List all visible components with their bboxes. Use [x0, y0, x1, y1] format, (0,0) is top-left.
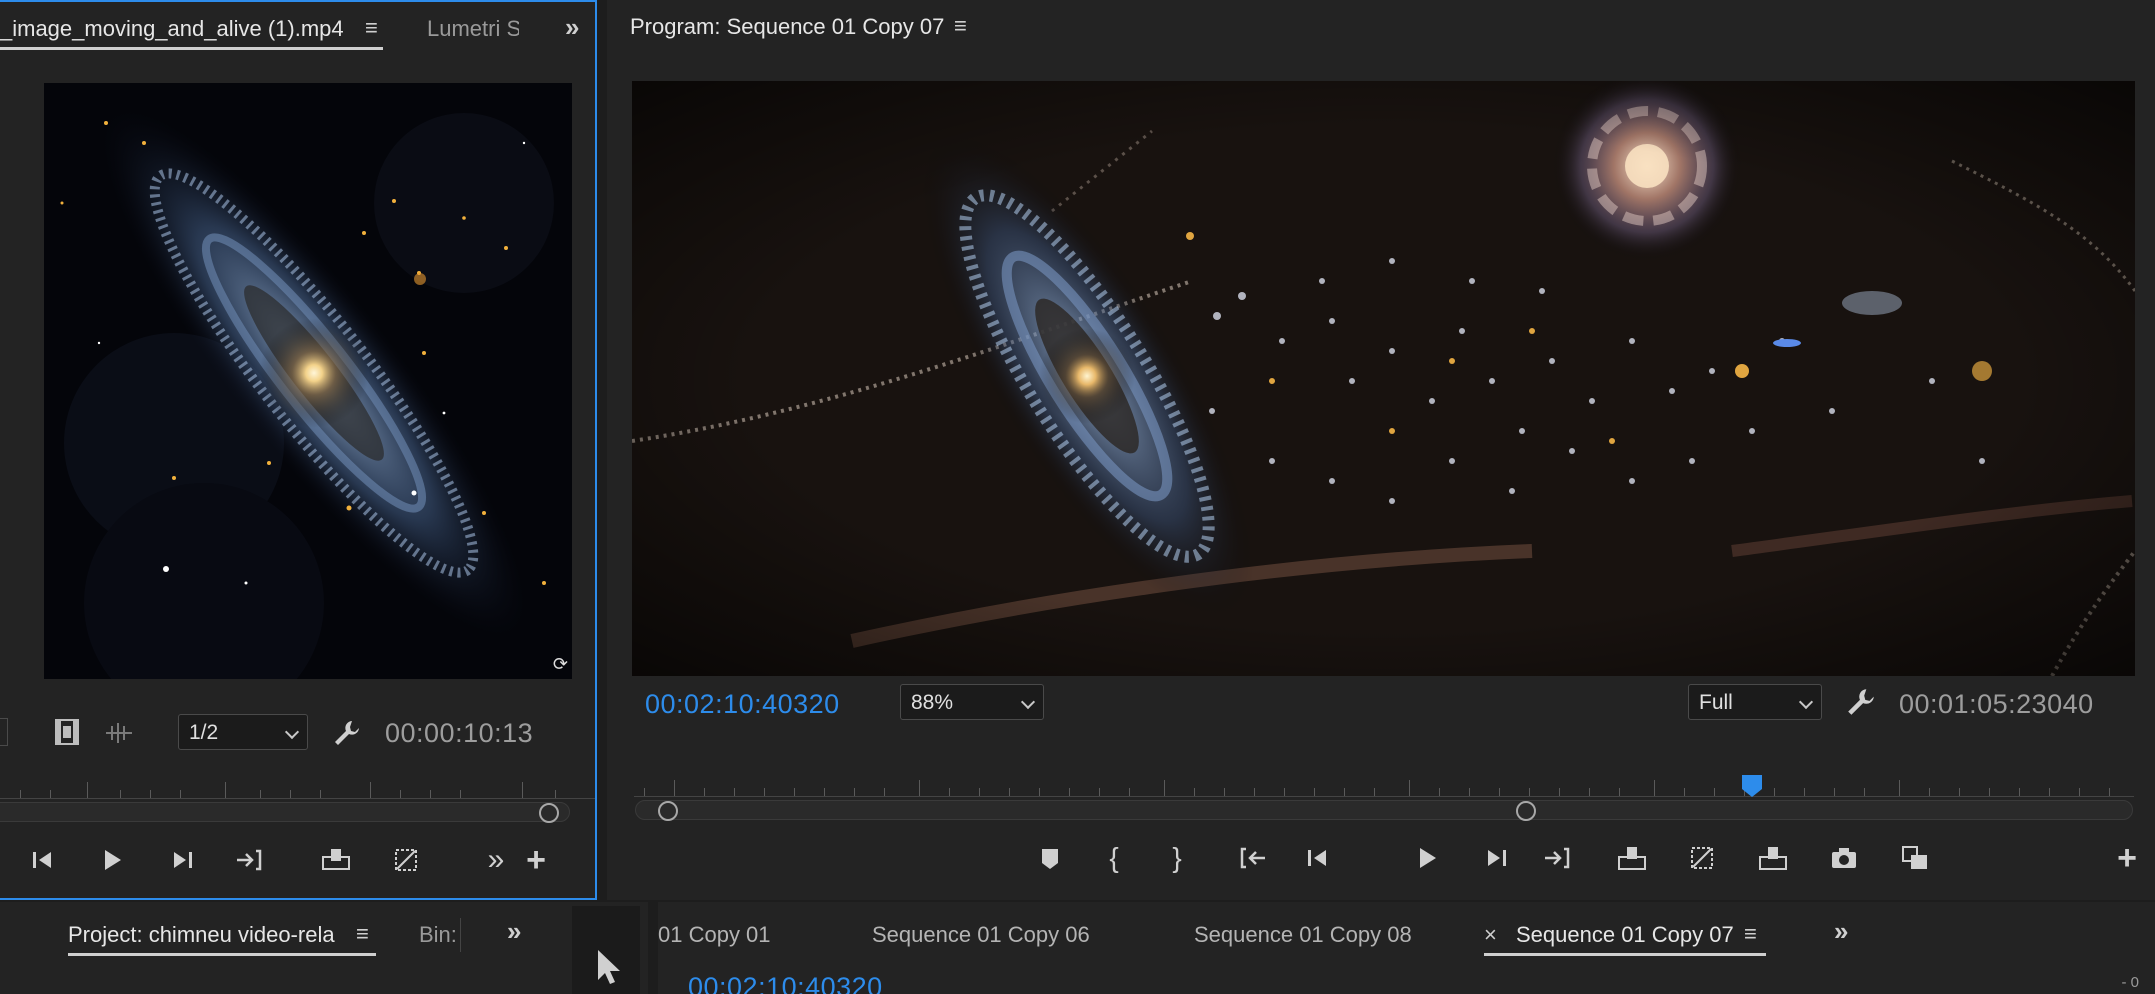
bin-tab[interactable]: Bin:	[419, 922, 457, 948]
play-icon[interactable]	[1407, 838, 1447, 878]
extract-icon[interactable]	[1682, 838, 1722, 878]
source-timecode[interactable]: 00:00:10:13	[385, 718, 533, 749]
mark-out-icon[interactable]: }	[1157, 838, 1197, 878]
lumetri-scopes-tab[interactable]: Lumetri S	[427, 16, 519, 42]
comparison-view-icon[interactable]	[1895, 838, 1935, 878]
scrollbar-end-handle[interactable]	[539, 803, 559, 823]
lift-icon[interactable]	[1612, 838, 1652, 878]
active-tab-underline	[0, 47, 383, 50]
source-clip-tab[interactable]: _image_moving_and_alive (1).mp4	[0, 16, 344, 42]
dropdown-edge[interactable]	[0, 718, 8, 746]
tools-panel	[548, 902, 648, 994]
camera-export-frame-icon[interactable]	[1824, 838, 1864, 878]
chevron-down-icon	[284, 724, 300, 740]
zoom-level-dropdown[interactable]: 88%	[900, 684, 1044, 720]
program-time-ruler[interactable]	[634, 775, 2134, 797]
step-back-icon[interactable]	[22, 840, 62, 880]
double-chevron-right-icon[interactable]: »	[476, 840, 516, 880]
rotate-icon: ⟳	[552, 654, 568, 674]
double-chevron-right-icon[interactable]: »	[565, 12, 579, 43]
insert-icon[interactable]	[316, 840, 356, 880]
active-tab-underline	[68, 953, 376, 956]
double-chevron-right-icon[interactable]: »	[507, 916, 521, 947]
add-button-icon[interactable]: +	[2107, 838, 2147, 878]
play-icon[interactable]	[92, 840, 132, 880]
hamburger-menu-icon[interactable]: ≡	[954, 13, 967, 39]
program-monitor-title[interactable]: Program: Sequence 01 Copy 07	[630, 14, 944, 40]
hamburger-menu-icon[interactable]: ≡	[1744, 921, 1757, 947]
playback-resolution-dropdown[interactable]: Full	[1688, 684, 1822, 720]
program-playhead-timecode[interactable]: 00:02:10:40320	[645, 689, 840, 720]
timeline-timecode[interactable]: 00:02:10:40320	[688, 972, 883, 994]
hamburger-menu-icon[interactable]: ≡	[365, 15, 378, 41]
insert-icon[interactable]	[1753, 838, 1793, 878]
close-tab-icon[interactable]: ×	[1484, 922, 1497, 948]
timeline-panel: 01 Copy 01 Sequence 01 Copy 06 Sequence …	[658, 902, 1880, 994]
wrench-settings-icon[interactable]	[332, 718, 362, 748]
go-to-in-icon[interactable]	[1232, 838, 1272, 878]
source-controls-row: 1/2 00:00:10:13	[0, 710, 595, 756]
overwrite-icon[interactable]	[386, 840, 426, 880]
tab-divider	[460, 918, 461, 952]
chevron-down-icon	[1020, 694, 1036, 710]
timeline-tab-copy-06[interactable]: Sequence 01 Copy 06	[872, 922, 1090, 948]
resolution-value: 1/2	[189, 721, 219, 744]
galaxy-scene-image	[632, 81, 2135, 676]
zoom-value: 88%	[911, 691, 954, 714]
audio-meter-panel: - 0	[1880, 902, 2155, 994]
go-to-out-icon[interactable]	[230, 840, 270, 880]
add-button-icon[interactable]: +	[516, 840, 556, 880]
go-to-out-icon[interactable]	[1538, 838, 1578, 878]
program-duration-timecode: 00:01:05:23040	[1899, 689, 2094, 719]
timeline-tab-copy-08[interactable]: Sequence 01 Copy 08	[1194, 922, 1412, 948]
project-panel: Project: chimneu video-rela ≡ Bin: »	[0, 902, 548, 994]
selection-tool-button[interactable]	[572, 906, 640, 994]
playhead-marker[interactable]	[1740, 775, 1764, 797]
source-monitor-panel: _image_moving_and_alive (1).mp4 ≡ Lumetr…	[0, 0, 597, 900]
audio-waveform-icon[interactable]	[104, 720, 134, 746]
chevron-down-icon	[1798, 694, 1814, 710]
mark-in-icon[interactable]: {	[1094, 838, 1134, 878]
program-monitor-panel: Program: Sequence 01 Copy 07 ≡ 00:02:10:…	[607, 0, 2155, 900]
program-video-frame	[632, 81, 2135, 676]
project-tab[interactable]: Project: chimneu video-rela	[68, 922, 335, 948]
active-tab-underline	[1484, 953, 1766, 956]
scrollbar-end-handle[interactable]	[1516, 801, 1536, 821]
add-marker-icon[interactable]	[1030, 838, 1070, 878]
double-chevron-right-icon[interactable]: »	[1834, 916, 1848, 947]
timeline-tab-copy-01[interactable]: 01 Copy 01	[658, 922, 771, 948]
step-forward-icon[interactable]	[163, 840, 203, 880]
andromeda-galaxy-image	[44, 83, 572, 679]
scrollbar-start-handle[interactable]	[658, 801, 678, 821]
timeline-tab-copy-07[interactable]: Sequence 01 Copy 07	[1516, 922, 1734, 948]
step-forward-icon[interactable]	[1477, 838, 1517, 878]
resolution-dropdown[interactable]: 1/2	[178, 714, 308, 750]
source-zoom-scrollbar[interactable]	[0, 802, 570, 823]
meter-zero-label: - 0	[2121, 974, 2139, 991]
source-video-frame: ⟳	[44, 83, 572, 679]
wrench-settings-icon[interactable]	[1845, 686, 1877, 718]
program-zoom-scrollbar[interactable]	[635, 800, 2133, 821]
source-time-ruler[interactable]	[0, 777, 595, 799]
quality-value: Full	[1699, 691, 1733, 714]
hamburger-menu-icon[interactable]: ≡	[356, 921, 369, 947]
filmstrip-icon[interactable]	[54, 718, 80, 746]
step-back-icon[interactable]	[1297, 838, 1337, 878]
